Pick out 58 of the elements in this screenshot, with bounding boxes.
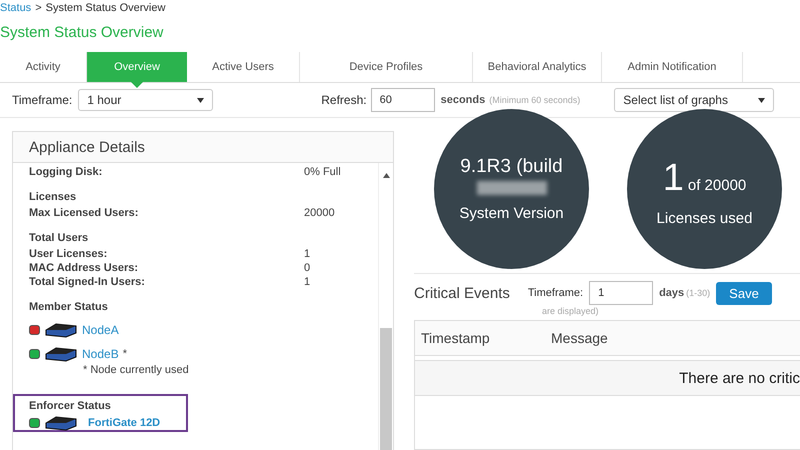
days-input[interactable]: 1: [589, 281, 654, 305]
node-link[interactable]: NodeA: [82, 323, 119, 337]
license-count: 1: [662, 157, 684, 200]
section-heading: Licenses: [29, 191, 76, 203]
license-total: of 20000: [688, 177, 746, 194]
page-title: System Status Overview: [0, 24, 164, 43]
scroll-up-icon[interactable]: [382, 173, 390, 178]
days-label: days: [659, 287, 684, 299]
graphs-dropdown[interactable]: Select list of graphs: [614, 88, 774, 112]
licenses-label: Licenses used: [656, 210, 752, 227]
section-heading: Member Status: [29, 301, 108, 313]
seconds-label: seconds: [440, 94, 486, 106]
detail-value: 1: [304, 248, 310, 260]
version-value: 9.1R3 (build: [460, 156, 563, 178]
caret-icon: [758, 98, 766, 102]
breadcrumb-separator: >: [35, 2, 42, 16]
critical-events-title: Critical Events: [414, 284, 510, 302]
detail-label: Total Signed-In Users:: [29, 276, 146, 288]
timeframe-label: Timeframe:: [528, 287, 584, 299]
section-heading: Enforcer Status: [29, 400, 111, 412]
tab[interactable]: Active Users: [187, 52, 300, 82]
detail-label: Max Licensed Users:: [29, 207, 140, 219]
column-header: Timestamp: [420, 330, 491, 346]
timeframe-dropdown[interactable]: 1 hour: [78, 89, 214, 111]
days-range: (1-30): [686, 288, 710, 298]
detail-value: 0% Full: [304, 166, 341, 178]
tab[interactable]: Behavioral Analytics: [473, 52, 602, 82]
timeframe-label: Timeframe:: [12, 93, 72, 107]
caret-icon: [197, 98, 204, 102]
node-note: * Node currently used: [83, 364, 189, 376]
network-device-icon: [44, 415, 78, 431]
column-header: Message: [550, 330, 609, 346]
network-device-icon: [44, 322, 78, 338]
network-device-icon: [44, 346, 78, 362]
section-heading: Total Users: [29, 232, 88, 244]
blurred-text: [476, 181, 546, 195]
displayed-note: are displayed): [542, 306, 600, 318]
detail-label: Logging Disk:: [29, 166, 104, 178]
detail-value: 0: [304, 262, 310, 274]
enforcer-link[interactable]: FortiGate 12D: [88, 417, 160, 429]
detail-value: 20000: [304, 207, 335, 219]
panel-title: Appliance Details: [29, 138, 145, 156]
refresh-hint: (Minimum 60 seconds): [489, 95, 580, 105]
breadcrumb-link[interactable]: Status: [0, 2, 32, 16]
version-label: System Version: [459, 205, 564, 222]
tab[interactable]: Admin Notification: [602, 52, 743, 82]
detail-value: 1: [304, 276, 310, 288]
breadcrumb-current: System Status Overview: [46, 2, 166, 16]
current-node-mark: *: [122, 348, 127, 360]
detail-label: MAC Address Users:: [29, 262, 140, 274]
empty-message: There are no critic: [679, 370, 800, 386]
scrollbar[interactable]: [378, 163, 393, 450]
refresh-input[interactable]: 60: [370, 88, 435, 112]
tab[interactable]: Device Profiles: [300, 52, 473, 82]
node-link[interactable]: NodeB: [82, 347, 119, 361]
detail-label: User Licenses:: [29, 248, 108, 260]
save-button[interactable]: Save: [716, 282, 772, 304]
refresh-label: Refresh:: [321, 93, 367, 107]
